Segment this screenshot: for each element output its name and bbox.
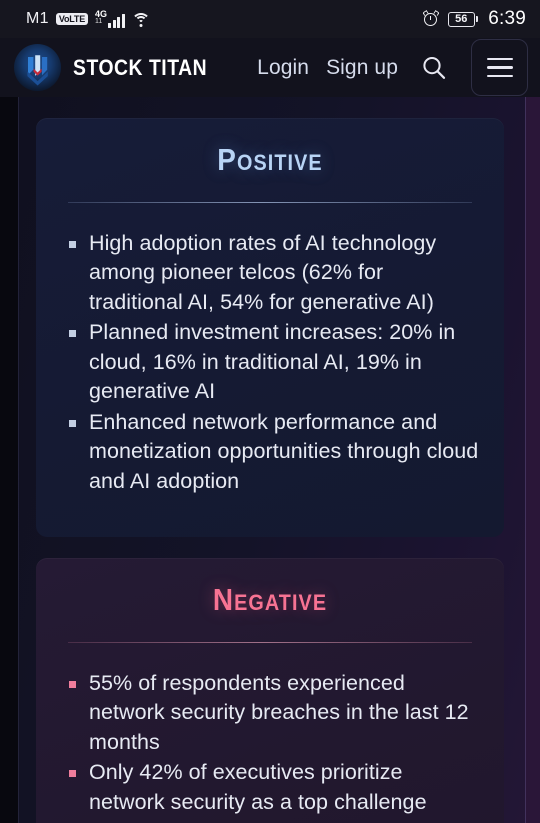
alarm-clock-icon (422, 9, 440, 27)
site-header: STOCK TITAN Login Sign up (0, 38, 540, 97)
list-item: High adoption rates of AI technology amo… (69, 229, 480, 318)
status-bar-left: M1 VoLTE 4G 11 (26, 10, 151, 28)
list-item: Only 42% of executives prioritize networ… (69, 758, 480, 817)
stock-titan-logo-icon (14, 44, 61, 91)
positive-bullet-list: High adoption rates of AI technology amo… (60, 229, 480, 497)
status-bar-right: 56 6:39 (422, 8, 526, 30)
positive-card-title: Positive (217, 142, 323, 177)
page-content: Positive High adoption rates of AI techn… (0, 97, 540, 823)
battery-indicator: 56 (447, 11, 479, 27)
hamburger-menu-button[interactable] (471, 39, 528, 96)
search-button[interactable] (417, 51, 451, 85)
volte-badge: VoLTE (55, 13, 88, 25)
positive-card: Positive High adoption rates of AI techn… (36, 118, 504, 537)
brand-name-label: STOCK TITAN (73, 54, 208, 80)
login-link[interactable]: Login (257, 56, 309, 80)
battery-percent-label: 56 (447, 11, 475, 27)
list-item: 55% of respondents experienced network s… (69, 669, 480, 758)
carrier-label: M1 (26, 10, 49, 27)
left-gutter-divider (18, 97, 19, 823)
list-item: Planned investment increases: 20% in clo… (69, 318, 480, 407)
right-gutter-divider (525, 97, 526, 823)
signal-bars-icon: 4G 11 (95, 10, 125, 28)
negative-bullet-list: 55% of respondents experienced network s… (60, 669, 480, 818)
wifi-icon (131, 12, 151, 27)
clock-label: 6:39 (488, 8, 526, 29)
status-bar: M1 VoLTE 4G 11 56 6:39 (0, 0, 540, 38)
list-item: Enhanced network performance and monetiz… (69, 408, 480, 497)
hamburger-menu-icon (486, 57, 513, 61)
header-nav: Login Sign up (257, 39, 528, 96)
negative-card: Negative 55% of respondents experienced … (36, 558, 504, 823)
positive-card-divider (68, 201, 472, 203)
search-icon (423, 56, 446, 79)
negative-card-title: Negative (212, 582, 328, 617)
negative-card-divider (68, 641, 472, 643)
network-type-label: 4G 11 (95, 9, 108, 26)
phone-screen: M1 VoLTE 4G 11 56 6:39 STOCK TITAN Login… (0, 0, 540, 823)
brand-home-link[interactable]: STOCK TITAN (14, 44, 225, 91)
signup-link[interactable]: Sign up (326, 56, 398, 80)
